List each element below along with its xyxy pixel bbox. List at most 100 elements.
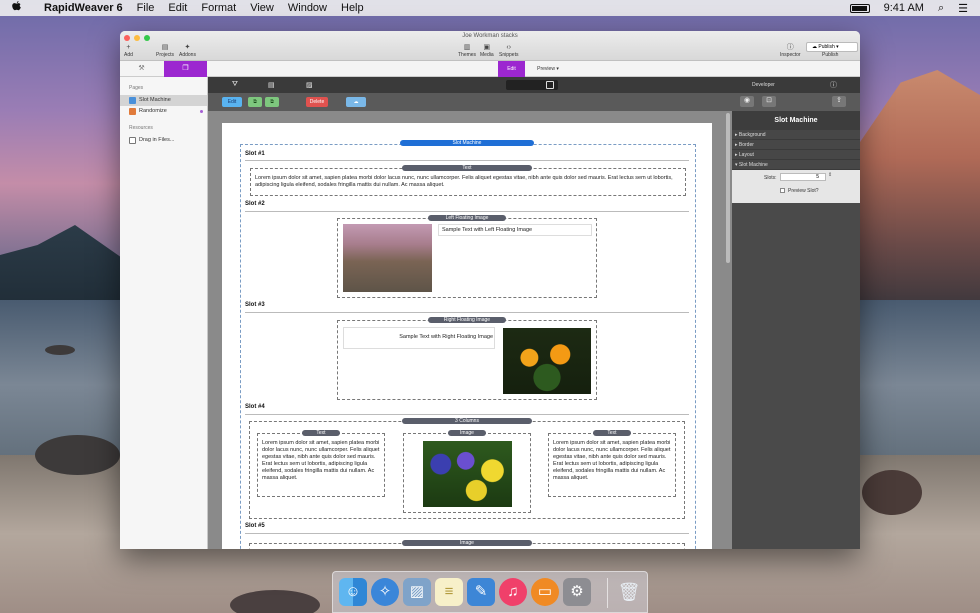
slot-2-title: Slot #2 — [245, 201, 265, 207]
copy-stack-button[interactable]: ⧉ — [265, 97, 279, 107]
tab-edit[interactable]: Edit — [498, 61, 525, 77]
ibooks-icon[interactable]: ▭ — [531, 578, 559, 606]
rapidweaver-icon[interactable]: ✎ — [467, 578, 495, 606]
inspector-label: Inspector — [780, 52, 801, 58]
three-columns-label[interactable]: 3 Columns — [402, 418, 532, 424]
building-photo[interactable] — [343, 224, 432, 292]
publish-dropdown[interactable]: ☁ Publish ▾ — [806, 42, 858, 52]
delete-stack-button[interactable]: Delete — [306, 97, 328, 107]
projects-icon: ▤ — [161, 44, 169, 51]
wallpaper-rock — [45, 345, 75, 355]
media-icon: ▣ — [483, 44, 491, 51]
menu-help[interactable]: Help — [341, 2, 364, 14]
image-stack-label[interactable]: Image — [402, 540, 532, 546]
divider — [245, 533, 689, 534]
add-label: Add — [124, 52, 133, 58]
wallpaper-rock — [230, 590, 320, 613]
themes-label: Themes — [458, 52, 477, 58]
tab-preview[interactable]: Preview ▾ — [528, 61, 568, 77]
projects-label: Projects — [156, 52, 175, 58]
notification-center-icon[interactable]: ☰ — [958, 2, 968, 15]
view-switcher[interactable] — [506, 80, 558, 90]
publish-dropdown-label: Publish — [818, 44, 835, 50]
finder-icon[interactable]: ☺ — [339, 578, 367, 606]
stack-icon[interactable]: ⛛ — [232, 81, 238, 89]
slot-5-title: Slot #5 — [245, 523, 265, 529]
sidebar-item-drag-files[interactable]: Drag in Files... — [120, 135, 207, 146]
slot-machine-label[interactable]: Slot Machine — [400, 140, 534, 146]
trash-icon[interactable]: 🗑 — [615, 578, 643, 606]
slots-value: 5 — [816, 174, 819, 180]
image-icon[interactable]: ▨ — [306, 81, 313, 89]
info-icon[interactable]: ⓘ — [830, 80, 837, 90]
lily-photo[interactable] — [503, 328, 591, 394]
vertical-scrollbar[interactable] — [726, 113, 730, 263]
inspector-button[interactable]: ⓘ Inspector — [780, 43, 801, 58]
clock[interactable]: 9:41 AM — [884, 2, 924, 14]
dock: ☺ ✧ ▨ ≡ ✎ ♫ ▭ ⚙ 🗑 — [332, 571, 648, 613]
section-layout[interactable]: ▸ Layout — [732, 150, 860, 160]
preview-slot-checkbox[interactable] — [780, 188, 785, 193]
themes-button[interactable]: ▥ Themes — [458, 43, 476, 58]
title-bar: Joe Workman stacks + Add ▤ Projects ✦ Ad… — [120, 31, 860, 61]
battery-icon[interactable] — [849, 3, 870, 13]
share-icon[interactable]: ⇪ — [832, 96, 846, 107]
sidebar-item-label: Randomize — [139, 108, 167, 114]
slots-stepper[interactable]: ⇕ — [828, 172, 832, 178]
wallpaper-rock — [862, 470, 922, 515]
menu-app-name[interactable]: RapidWeaver 6 — [44, 2, 123, 14]
library-icon[interactable]: ▤ — [268, 81, 275, 89]
addons-button[interactable]: ✦ Addons — [179, 43, 196, 58]
menu-edit[interactable]: Edit — [168, 2, 187, 14]
preview-app-icon[interactable]: ▨ — [403, 578, 431, 606]
sidebar-item-randomize[interactable]: Randomize — [120, 106, 207, 117]
eye-icon[interactable]: ◉ — [740, 96, 754, 107]
apple-icon[interactable] — [12, 1, 28, 15]
inspector-header-bar: Developer ⓘ — [732, 77, 860, 93]
pages-icon: ❐ — [182, 65, 189, 72]
plus-icon: + — [126, 44, 131, 51]
section-border[interactable]: ▸ Border — [732, 140, 860, 150]
slots-label: Slots: — [764, 175, 777, 181]
divider — [245, 414, 689, 415]
column-image-label[interactable]: Image — [448, 430, 486, 436]
column-text-label[interactable]: Text — [302, 430, 340, 436]
left-floating-image-label[interactable]: Left Floating Image — [428, 215, 506, 221]
notes-icon[interactable]: ≡ — [435, 578, 463, 606]
menu-view[interactable]: View — [250, 2, 274, 14]
slot-3-title: Slot #3 — [245, 302, 265, 308]
wrench-icon: ⚒ — [138, 65, 145, 72]
cloud-button[interactable]: ☁ — [346, 97, 366, 107]
section-background[interactable]: ▸ Background — [732, 130, 860, 140]
projects-button[interactable]: ▤ Projects — [156, 43, 174, 58]
text-stack-label[interactable]: Text — [402, 165, 532, 171]
menu-file[interactable]: File — [137, 2, 155, 14]
slots-input[interactable]: 5 — [780, 173, 826, 181]
spotlight-icon[interactable]: ⌕ — [938, 2, 944, 15]
column-1-text: Lorem ipsum dolor sit amet, sapien plate… — [262, 440, 380, 481]
resources-header: Resources — [129, 125, 153, 131]
lock-icon[interactable]: ⊡ — [762, 96, 776, 107]
menu-format[interactable]: Format — [201, 2, 236, 14]
section-slot-machine[interactable]: ▾ Slot Machine — [732, 160, 860, 170]
tab-pages[interactable]: ❐ — [164, 61, 207, 77]
preview-slot-label: Preview Slot? — [788, 188, 819, 194]
safari-icon[interactable]: ✧ — [371, 578, 399, 606]
menu-window[interactable]: Window — [288, 2, 327, 14]
sidebar-item-slot-machine[interactable]: Slot Machine — [120, 95, 207, 106]
single-view-icon[interactable] — [546, 81, 554, 89]
menu-bar: RapidWeaver 6 File Edit Format View Wind… — [0, 0, 980, 16]
media-button[interactable]: ▣ Media — [480, 43, 494, 58]
snippets-label: Snippets — [499, 52, 519, 58]
snippets-button[interactable]: ‹› Snippets — [499, 43, 518, 58]
add-button[interactable]: + Add — [124, 43, 133, 58]
column-text-label[interactable]: Text — [593, 430, 631, 436]
tab-tools[interactable]: ⚒ — [120, 61, 163, 77]
edit-stack-button[interactable]: Edit — [222, 97, 242, 107]
pansy-photo[interactable] — [423, 441, 512, 507]
right-floating-image-label[interactable]: Right Floating Image — [428, 317, 506, 323]
preview-label: Preview — [537, 66, 555, 72]
system-preferences-icon[interactable]: ⚙ — [563, 578, 591, 606]
duplicate-stack-button[interactable]: ⧉ — [248, 97, 262, 107]
itunes-icon[interactable]: ♫ — [499, 578, 527, 606]
